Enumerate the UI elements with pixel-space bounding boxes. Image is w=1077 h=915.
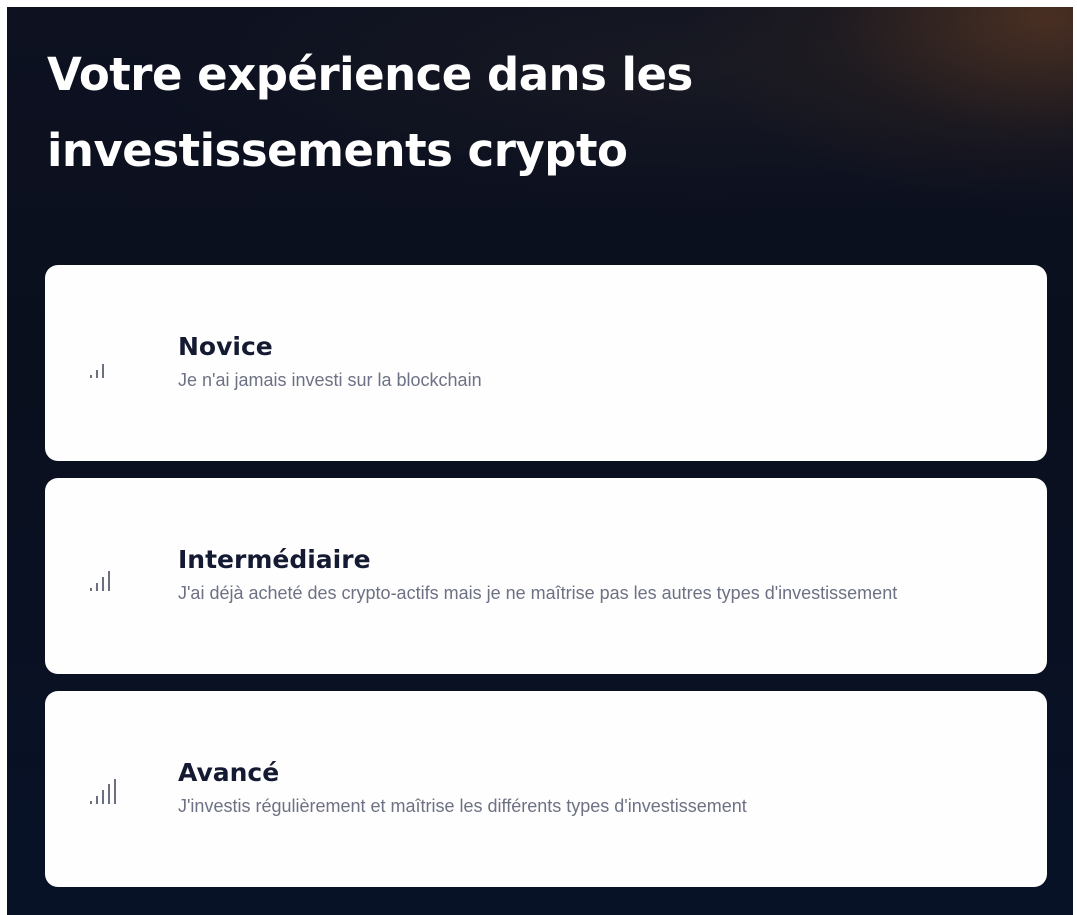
- option-intermediaire-title: Intermédiaire: [178, 545, 371, 574]
- option-avance-description: J'investis régulièrement et maîtrise les…: [178, 796, 747, 816]
- signal-medium-icon: [89, 566, 119, 594]
- option-intermediaire-card[interactable]: Intermédiaire J'ai déjà acheté des crypt…: [45, 478, 1047, 674]
- page-title: Votre expérience dans les investissement…: [47, 48, 693, 177]
- option-novice-text: Novice Je n'ai jamais investi sur la blo…: [178, 331, 998, 392]
- screen: Votre expérience dans les investissement…: [7, 7, 1073, 915]
- option-avance-card[interactable]: Avancé J'investis régulièrement et maîtr…: [45, 691, 1047, 887]
- option-intermediaire-description: J'ai déjà acheté des crypto-actifs mais …: [178, 583, 898, 603]
- signal-high-icon: [89, 779, 119, 807]
- option-avance-title: Avancé: [178, 758, 280, 787]
- experience-options: Novice Je n'ai jamais investi sur la blo…: [45, 265, 1047, 904]
- option-intermediaire-text: Intermédiaire J'ai déjà acheté des crypt…: [178, 544, 998, 605]
- option-avance-text: Avancé J'investis régulièrement et maîtr…: [178, 757, 998, 818]
- option-novice-title: Novice: [178, 332, 273, 361]
- signal-low-icon: [89, 353, 119, 381]
- option-novice-description: Je n'ai jamais investi sur la blockchain: [178, 370, 482, 390]
- option-novice-card[interactable]: Novice Je n'ai jamais investi sur la blo…: [45, 265, 1047, 461]
